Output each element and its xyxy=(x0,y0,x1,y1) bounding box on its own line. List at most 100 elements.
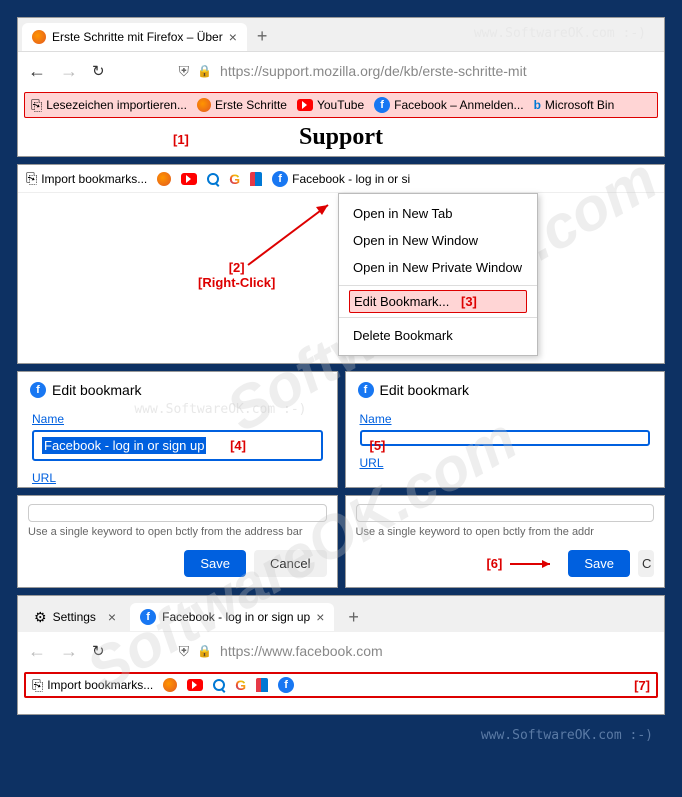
dialog-header: f Edit bookmark xyxy=(346,372,665,408)
nav-bar: ← → ↻ ⛨ 🔒 https://www.facebook.com xyxy=(18,632,664,670)
gear-icon: ⚙ xyxy=(34,609,47,626)
shopping-icon[interactable] xyxy=(256,678,268,692)
keyword-input[interactable] xyxy=(28,504,327,522)
import-bookmarks[interactable]: ⎘Import bookmarks... xyxy=(32,677,153,694)
import-bookmarks[interactable]: ⎘Import bookmarks... xyxy=(26,170,147,187)
lock-icon[interactable]: 🔒 xyxy=(197,644,212,658)
annotation-7: [7] xyxy=(634,678,650,693)
close-icon[interactable]: × xyxy=(229,29,237,45)
shopping-icon[interactable] xyxy=(250,172,262,186)
name-input[interactable]: Facebook - log in or sign up [4] xyxy=(32,430,323,461)
url-text: https://www.facebook.com xyxy=(220,643,383,659)
google-icon[interactable]: G xyxy=(229,171,240,187)
button-row: Save Cancel xyxy=(28,550,327,577)
import-bookmarks[interactable]: ⎘Lesezeichen importieren... xyxy=(31,97,187,114)
annotation-3: [3] xyxy=(461,294,477,309)
new-tab-button[interactable]: + xyxy=(348,607,359,628)
tab-strip: ⚙ Settings × f Facebook - log in or sign… xyxy=(18,596,664,632)
annotation-2: [2] [Right-Click] xyxy=(198,260,275,290)
address-bar[interactable]: ⛨ 🔒 https://www.facebook.com xyxy=(119,643,654,660)
bookmark-facebook[interactable]: fFacebook – Anmelden... xyxy=(374,97,523,113)
bookmark-bing[interactable]: bMicrosoft Bin xyxy=(534,98,615,112)
import-icon: ⎘ xyxy=(31,97,42,114)
keyword-input[interactable] xyxy=(356,504,655,522)
firefox-icon xyxy=(197,98,211,112)
search-icon[interactable] xyxy=(213,679,225,691)
back-button[interactable]: ← xyxy=(28,641,46,662)
menu-open-private[interactable]: Open in New Private Window xyxy=(339,254,537,281)
annotation-4: [4] xyxy=(230,438,246,453)
footer-watermark: www.SoftwareOK.com :-) xyxy=(17,722,665,743)
browser-tab[interactable]: Erste Schritte mit Firefox – Über × xyxy=(22,23,247,51)
new-tab-button[interactable]: + xyxy=(257,26,268,47)
facebook-icon: f xyxy=(140,609,156,625)
cancel-button[interactable]: Cancel xyxy=(254,550,326,577)
save-row: Use a single keyword to open bctly from … xyxy=(17,495,665,588)
youtube-icon[interactable] xyxy=(181,173,197,185)
keyword-hint: Use a single keyword to open bctly from … xyxy=(356,526,655,538)
name-label: Name xyxy=(346,408,665,428)
name-label: Name xyxy=(18,408,337,428)
cancel-button-cut[interactable]: C xyxy=(638,550,654,577)
tab-title: Settings xyxy=(53,610,96,624)
lock-icon[interactable]: 🔒 xyxy=(197,64,212,78)
shield-icon[interactable]: ⛨ xyxy=(179,643,190,660)
save-button[interactable]: Save xyxy=(568,550,630,577)
reload-button[interactable]: ↻ xyxy=(92,642,105,660)
bookmark-youtube[interactable]: YouTube xyxy=(297,98,364,112)
dialog-header: f Edit bookmark xyxy=(18,372,337,408)
dialog-title: Edit bookmark xyxy=(52,382,141,398)
browser-panel-2: ⎘Import bookmarks... G fFacebook - log i… xyxy=(17,164,665,364)
save-button[interactable]: Save xyxy=(184,550,246,577)
url-text: https://support.mozilla.org/de/kb/erste-… xyxy=(220,63,527,79)
forward-button[interactable]: → xyxy=(60,61,78,82)
firefox-icon[interactable] xyxy=(163,678,177,692)
bookmarks-bar-result: ⎘Import bookmarks... G f [7] xyxy=(24,672,658,698)
name-input-empty[interactable]: [5] xyxy=(360,430,651,446)
browser-panel-result: ⚙ Settings × f Facebook - log in or sign… xyxy=(17,595,665,715)
name-value-selected: Facebook - log in or sign up xyxy=(42,437,206,454)
menu-separator xyxy=(339,285,537,286)
annotation-arrow xyxy=(510,556,560,572)
import-icon: ⎘ xyxy=(32,677,43,694)
reload-button[interactable]: ↻ xyxy=(92,62,105,80)
save-panel-right: Use a single keyword to open bctly from … xyxy=(345,495,666,588)
import-icon: ⎘ xyxy=(26,170,37,187)
bookmarks-bar-highlighted: ⎘Lesezeichen importieren... Erste Schrit… xyxy=(24,92,658,118)
bookmark-start[interactable]: Erste Schritte xyxy=(197,98,287,112)
facebook-icon-no-text[interactable]: f xyxy=(278,677,294,693)
google-icon[interactable]: G xyxy=(235,677,246,693)
nav-bar: ← → ↻ ⛨ 🔒 https://support.mozilla.org/de… xyxy=(18,52,664,90)
menu-separator xyxy=(339,317,537,318)
menu-delete-bookmark[interactable]: Delete Bookmark xyxy=(339,322,537,349)
save-panel-left: Use a single keyword to open bctly from … xyxy=(17,495,338,588)
edit-bookmark-dialog-left: f Edit bookmark www.SoftwareOK.com :-) N… xyxy=(17,371,338,488)
facebook-icon: f xyxy=(272,171,288,187)
browser-panel-1: www.SoftwareOK.com :-) Erste Schritte mi… xyxy=(17,17,665,157)
edit-dialog-row: f Edit bookmark www.SoftwareOK.com :-) N… xyxy=(17,371,665,488)
annotation-5: [5] xyxy=(370,438,386,453)
page-heading: Support xyxy=(18,124,664,151)
shield-icon[interactable]: ⛨ xyxy=(179,63,190,80)
menu-edit-bookmark[interactable]: Edit Bookmark... [3] xyxy=(349,290,527,313)
tab-facebook[interactable]: f Facebook - log in or sign up × xyxy=(130,603,334,631)
close-icon[interactable]: × xyxy=(108,609,116,625)
search-icon[interactable] xyxy=(207,173,219,185)
menu-open-new-tab[interactable]: Open in New Tab xyxy=(339,200,537,227)
forward-button[interactable]: → xyxy=(60,641,78,662)
tab-settings[interactable]: ⚙ Settings × xyxy=(24,603,126,632)
close-icon[interactable]: × xyxy=(316,609,324,625)
youtube-icon xyxy=(297,99,313,111)
firefox-icon xyxy=(32,30,46,44)
facebook-icon: f xyxy=(374,97,390,113)
address-bar[interactable]: ⛨ 🔒 https://support.mozilla.org/de/kb/er… xyxy=(119,63,654,80)
keyword-hint: Use a single keyword to open bctly from … xyxy=(28,526,327,538)
menu-open-new-window[interactable]: Open in New Window xyxy=(339,227,537,254)
youtube-icon[interactable] xyxy=(187,679,203,691)
annotation-1: [1] xyxy=(173,132,189,147)
facebook-icon: f xyxy=(30,382,46,398)
bookmark-facebook[interactable]: fFacebook - log in or si xyxy=(272,171,410,187)
back-button[interactable]: ← xyxy=(28,61,46,82)
url-label: URL xyxy=(346,452,665,472)
firefox-icon[interactable] xyxy=(157,172,171,186)
